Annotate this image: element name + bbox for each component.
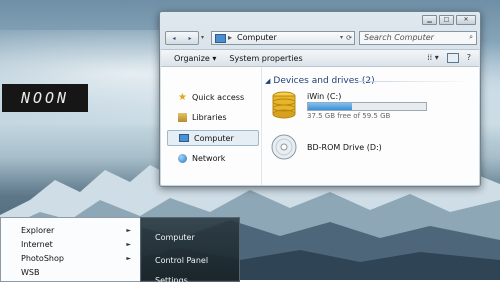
command-bar: Organize ▾ System properties ⁞⁞ ▾ ? <box>161 49 479 67</box>
sidebar-item-label: Network <box>192 153 226 163</box>
navigation-bar: ◂ ▸ ▾ ▸ Computer ▾ ⟳ Search Computer ⌕ <box>165 31 477 45</box>
start-link-computer[interactable]: Computer <box>155 233 195 242</box>
drive-usage-bar <box>307 102 427 111</box>
start-item-explorer[interactable]: Explorer ► <box>1 224 141 237</box>
drive-name: iWin (C:) <box>307 92 342 101</box>
sidebar-item-label: Libraries <box>192 112 227 122</box>
forward-button[interactable]: ▸ <box>188 35 191 42</box>
explorer-window[interactable]: ▁ □ ✕ ◂ ▸ ▾ ▸ Computer ▾ ⟳ Search Comput… <box>159 11 481 187</box>
address-dropdown-icon[interactable]: ▾ <box>340 32 343 44</box>
nav-buttons: ◂ ▸ <box>165 31 199 45</box>
network-icon <box>178 153 187 163</box>
submenu-arrow-icon: ► <box>126 255 131 262</box>
sidebar-item-label: Quick access <box>192 92 245 102</box>
start-item-wsb[interactable]: WSB <box>1 266 141 279</box>
computer-icon <box>179 134 189 142</box>
help-icon[interactable]: ? <box>467 53 471 63</box>
start-link-settings[interactable]: Settings <box>155 276 188 285</box>
search-input[interactable]: Search Computer <box>364 32 434 44</box>
close-button[interactable]: ✕ <box>456 15 476 25</box>
start-item-label: WSB <box>21 268 40 277</box>
start-menu-places: Computer Control Panel Settings <box>140 217 240 285</box>
start-menu: Explorer ► Internet ► PhotoShop ► WSB Co… <box>0 217 240 285</box>
navigation-pane: ★ Quick access Libraries Computer Networ… <box>161 67 262 185</box>
change-view-icon[interactable]: ⁞⁞ ▾ <box>427 53 439 63</box>
main-pane: ◢ Devices and drives (2) iWin (C:) 37.5 G… <box>265 67 479 185</box>
breadcrumb-computer[interactable]: Computer <box>237 32 277 44</box>
start-item-photoshop[interactable]: PhotoShop ► <box>1 252 141 265</box>
start-link-control-panel[interactable]: Control Panel <box>155 256 208 265</box>
submenu-arrow-icon: ► <box>126 227 131 234</box>
back-button[interactable]: ◂ <box>172 35 175 42</box>
sidebar-item-quick-access[interactable]: ★ Quick access <box>167 90 257 104</box>
minimize-button[interactable]: ▁ <box>422 15 437 25</box>
noon-label: NOON <box>2 84 88 112</box>
explorer-content: ★ Quick access Libraries Computer Networ… <box>161 67 479 185</box>
start-item-label: Explorer <box>21 226 55 235</box>
sidebar-item-libraries[interactable]: Libraries <box>167 110 257 124</box>
group-divider <box>357 81 473 82</box>
refresh-icon[interactable]: ⟳ <box>346 32 352 44</box>
search-box[interactable]: Search Computer ⌕ <box>359 31 477 45</box>
breadcrumb-separator[interactable]: ▸ <box>228 32 232 44</box>
sidebar-item-network[interactable]: Network <box>167 151 257 165</box>
search-icon[interactable]: ⌕ <box>469 33 473 42</box>
address-bar[interactable]: ▸ Computer ▾ ⟳ <box>211 31 355 45</box>
hard-drive-icon <box>272 91 296 119</box>
drive-name: BD-ROM Drive (D:) <box>307 143 382 152</box>
sidebar-item-computer[interactable]: Computer <box>167 130 259 146</box>
system-properties-button[interactable]: System properties <box>229 54 302 63</box>
start-item-label: Internet <box>21 240 53 249</box>
collapse-icon[interactable]: ◢ <box>265 77 270 85</box>
organize-button[interactable]: Organize ▾ <box>174 54 216 63</box>
start-item-label: PhotoShop <box>21 254 64 263</box>
drive-free-space: 37.5 GB free of 59.5 GB <box>307 112 391 120</box>
sidebar-item-label: Computer <box>194 133 234 143</box>
drive-usage-fill <box>308 103 352 110</box>
recent-locations-button[interactable]: ▾ <box>201 34 204 41</box>
toolbar-right: ⁞⁞ ▾ ? <box>427 53 471 63</box>
star-icon: ★ <box>178 91 187 103</box>
drive-d[interactable]: BD-ROM Drive (D:) <box>271 133 481 167</box>
computer-icon <box>215 34 226 43</box>
drive-c[interactable]: iWin (C:) 37.5 GB free of 59.5 GB <box>271 91 481 125</box>
window-controls: ▁ □ ✕ <box>422 15 476 25</box>
libraries-icon <box>178 112 187 122</box>
submenu-arrow-icon: ► <box>126 241 131 248</box>
preview-pane-icon[interactable] <box>446 53 459 63</box>
optical-drive-icon <box>271 134 297 160</box>
maximize-button[interactable]: □ <box>439 15 454 25</box>
start-menu-programs: Explorer ► Internet ► PhotoShop ► WSB <box>0 217 142 282</box>
start-item-internet[interactable]: Internet ► <box>1 238 141 251</box>
